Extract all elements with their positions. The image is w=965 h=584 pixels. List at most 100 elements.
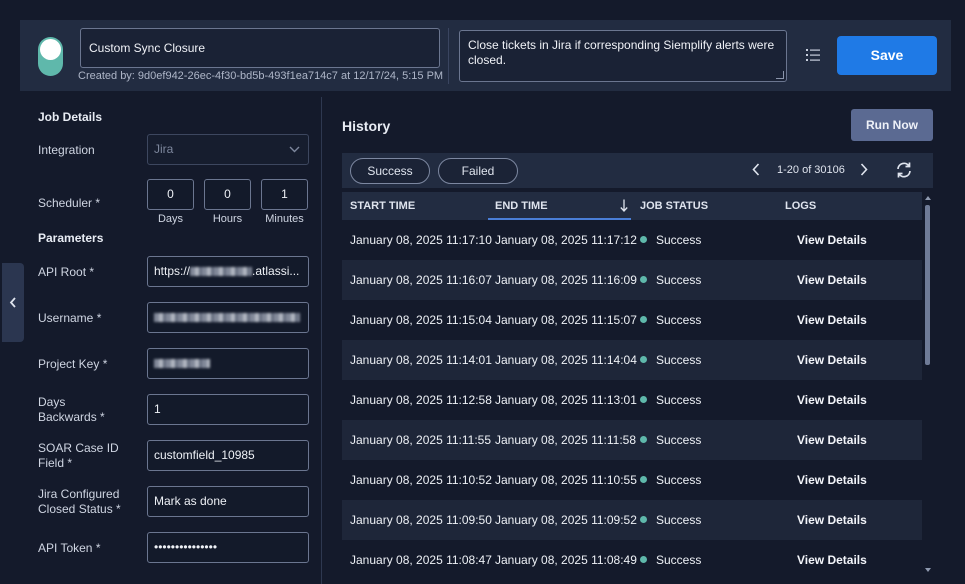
start-time-cell: January 08, 2025 11:10:52 (350, 473, 492, 487)
chevron-left-icon[interactable] (752, 163, 760, 176)
table-row[interactable]: January 08, 2025 11:08:47 January 08, 202… (342, 540, 922, 580)
job-name-input[interactable]: Custom Sync Closure (80, 28, 440, 68)
collapse-panel-button[interactable] (2, 263, 24, 342)
view-details-link[interactable]: View Details (797, 220, 867, 260)
job-description-text: Close tickets in Jira if corresponding S… (468, 38, 775, 67)
view-details-link[interactable]: View Details (797, 540, 867, 580)
history-table-header: START TIME END TIME JOB STATUS LOGS (342, 192, 922, 220)
status-text: Success (656, 233, 702, 247)
status-text: Success (656, 513, 702, 527)
filter-failed-button[interactable]: Failed (438, 158, 518, 184)
scheduler-hours-caption: Hours (212, 213, 243, 225)
scheduler-hours-input[interactable]: 0 (204, 179, 251, 210)
username-label: Username * (38, 311, 102, 325)
table-row[interactable]: January 08, 2025 11:14:01 January 08, 202… (342, 340, 922, 380)
table-row[interactable]: January 08, 2025 11:17:10 January 08, 202… (342, 220, 922, 260)
api-root-prefix: https:// (154, 264, 191, 278)
job-description-textarea[interactable]: Close tickets in Jira if corresponding S… (459, 30, 787, 82)
jira-closed-status-input[interactable]: Mark as done (147, 486, 309, 517)
column-job-status[interactable]: JOB STATUS (640, 192, 780, 220)
project-key-input[interactable] (147, 348, 309, 379)
scheduler-minutes-caption: Minutes (265, 213, 304, 225)
api-root-label: API Root * (38, 265, 95, 279)
end-time-cell: January 08, 2025 11:11:58 (495, 433, 636, 447)
view-details-link[interactable]: View Details (797, 260, 867, 300)
scheduler-minutes-input[interactable]: 1 (261, 179, 308, 210)
status-text: Success (656, 353, 702, 367)
start-time-cell: January 08, 2025 11:08:47 (350, 553, 492, 567)
jira-closed-status-label-line1: Jira Configured (38, 487, 120, 501)
days-backwards-input[interactable]: 1 (147, 394, 309, 425)
resize-grip-icon[interactable] (776, 71, 784, 79)
table-row[interactable]: January 08, 2025 11:16:07 January 08, 202… (342, 260, 922, 300)
username-input[interactable] (147, 302, 309, 333)
soar-case-id-label-line1: SOAR Case ID (38, 441, 119, 455)
table-row[interactable]: January 08, 2025 11:11:55 January 08, 202… (342, 420, 922, 460)
job-details-title: Job Details (38, 110, 103, 124)
run-now-button[interactable]: Run Now (851, 109, 933, 141)
view-details-link[interactable]: View Details (797, 380, 867, 420)
column-start-time[interactable]: START TIME (350, 192, 490, 220)
save-button[interactable]: Save (837, 36, 937, 75)
table-row[interactable]: January 08, 2025 11:10:52 January 08, 202… (342, 460, 922, 500)
integration-label: Integration (38, 143, 95, 157)
project-key-label: Project Key * (38, 357, 108, 371)
scheduler-days-input[interactable]: 0 (147, 179, 194, 210)
status-text: Success (656, 313, 702, 327)
days-backwards-label-line1: Days (38, 395, 66, 409)
status-dot-icon (640, 276, 647, 284)
view-details-link[interactable]: View Details (797, 460, 867, 500)
view-details-link[interactable]: View Details (797, 340, 867, 380)
job-status-cell: Success (640, 540, 701, 580)
soar-case-id-field-input[interactable]: customfield_10985 (147, 440, 309, 471)
view-details-link[interactable]: View Details (797, 500, 867, 540)
chevron-right-icon[interactable] (860, 163, 868, 176)
status-dot-icon (640, 516, 647, 524)
end-time-cell: January 08, 2025 11:08:49 (495, 553, 637, 567)
end-time-cell: January 08, 2025 11:15:07 (495, 313, 637, 327)
table-scrollbar[interactable] (923, 196, 932, 576)
scroll-thumb[interactable] (925, 205, 930, 365)
end-time-cell: January 08, 2025 11:09:52 (495, 513, 637, 527)
start-time-cell: January 08, 2025 11:16:07 (350, 273, 492, 287)
panel-divider (321, 97, 322, 584)
table-row[interactable]: January 08, 2025 11:15:04 January 08, 202… (342, 300, 922, 340)
status-dot-icon (640, 556, 647, 564)
chevron-down-icon (289, 146, 300, 153)
job-status-cell: Success (640, 460, 701, 500)
list-icon[interactable] (806, 49, 820, 61)
api-root-input[interactable]: https:// .atlassi... (147, 256, 309, 287)
redacted-text (190, 267, 253, 277)
status-dot-icon (640, 476, 647, 484)
job-status-cell: Success (640, 420, 701, 460)
scroll-down-arrow-icon[interactable] (925, 568, 931, 572)
view-details-link[interactable]: View Details (797, 420, 867, 460)
start-time-cell: January 08, 2025 11:09:50 (350, 513, 492, 527)
job-status-cell: Success (640, 340, 701, 380)
view-details-link[interactable]: View Details (797, 300, 867, 340)
table-row[interactable]: January 08, 2025 11:09:50 January 08, 202… (342, 500, 922, 540)
job-enabled-toggle[interactable] (38, 37, 63, 76)
filter-success-button[interactable]: Success (350, 158, 430, 184)
created-by-text: Created by: 9d0ef942-26ec-4f30-bd5b-493f… (78, 70, 444, 82)
column-logs: LOGS (785, 200, 817, 212)
job-status-cell: Success (640, 220, 701, 260)
days-backwards-label: Days Backwards * (38, 395, 105, 425)
scroll-up-arrow-icon[interactable] (925, 196, 931, 200)
header-divider (448, 28, 449, 84)
job-details-panel: Job Details Integration Jira Scheduler *… (24, 97, 320, 584)
job-status-cell: Success (640, 300, 701, 340)
table-row[interactable]: January 08, 2025 11:12:58 January 08, 202… (342, 380, 922, 420)
status-dot-icon (640, 316, 647, 324)
jira-closed-status-label: Jira Configured Closed Status * (38, 487, 121, 517)
column-end-time[interactable]: END TIME (488, 192, 631, 220)
sort-descending-icon[interactable] (620, 199, 628, 212)
api-token-input[interactable]: ••••••••••••••• (147, 532, 309, 563)
status-text: Success (656, 553, 702, 567)
toggle-knob (40, 39, 61, 60)
refresh-icon[interactable] (895, 161, 913, 179)
status-dot-icon (640, 356, 647, 364)
job-header-bar: Custom Sync Closure Created by: 9d0ef942… (20, 20, 951, 91)
end-time-cell: January 08, 2025 11:16:09 (495, 273, 637, 287)
job-status-cell: Success (640, 500, 701, 540)
